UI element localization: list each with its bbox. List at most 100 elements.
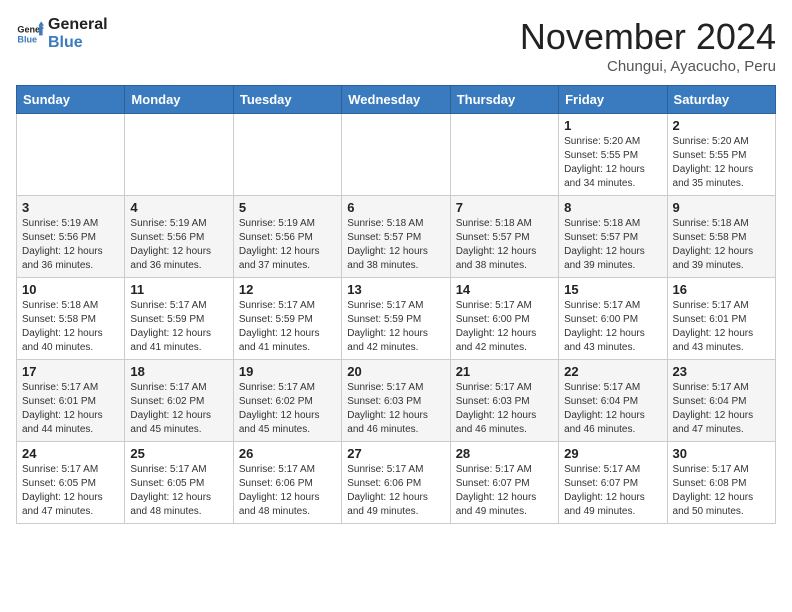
calendar-cell <box>17 114 125 196</box>
day-number: 22 <box>564 364 661 379</box>
weekday-header: Saturday <box>667 86 775 114</box>
calendar-week-row: 17 Sunrise: 5:17 AM Sunset: 6:01 PM Dayli… <box>17 360 776 442</box>
calendar-cell: 18 Sunrise: 5:17 AM Sunset: 6:02 PM Dayli… <box>125 360 233 442</box>
calendar-cell: 16 Sunrise: 5:17 AM Sunset: 6:01 PM Dayli… <box>667 278 775 360</box>
day-info: Sunrise: 5:17 AM Sunset: 6:03 PM Dayligh… <box>456 381 553 437</box>
day-number: 21 <box>456 364 553 379</box>
day-number: 28 <box>456 446 553 461</box>
day-number: 13 <box>347 282 444 297</box>
calendar-week-row: 10Sunrise: 5:18 AM Sunset: 5:58 PM Dayli… <box>17 278 776 360</box>
day-info: Sunrise: 5:17 AM Sunset: 6:06 PM Dayligh… <box>347 463 444 519</box>
calendar-cell: 14Sunrise: 5:17 AM Sunset: 6:00 PM Dayli… <box>450 278 558 360</box>
location: Chungui, Ayacucho, Peru <box>520 58 776 75</box>
calendar-cell <box>125 114 233 196</box>
day-number: 26 <box>239 446 336 461</box>
day-info: Sunrise: 5:17 AM Sunset: 6:01 PM Dayligh… <box>22 381 119 437</box>
calendar-cell: 7 Sunrise: 5:18 AM Sunset: 5:57 PM Daylig… <box>450 196 558 278</box>
day-info: Sunrise: 5:17 AM Sunset: 6:08 PM Dayligh… <box>673 463 770 519</box>
day-info: Sunrise: 5:19 AM Sunset: 5:56 PM Dayligh… <box>130 217 227 273</box>
day-info: Sunrise: 5:17 AM Sunset: 5:59 PM Dayligh… <box>347 299 444 355</box>
calendar-cell: 10Sunrise: 5:18 AM Sunset: 5:58 PM Dayli… <box>17 278 125 360</box>
day-number: 17 <box>22 364 119 379</box>
day-number: 20 <box>347 364 444 379</box>
calendar-cell: 27Sunrise: 5:17 AM Sunset: 6:06 PM Dayli… <box>342 442 450 524</box>
day-info: Sunrise: 5:18 AM Sunset: 5:57 PM Dayligh… <box>347 217 444 273</box>
weekday-header: Tuesday <box>233 86 341 114</box>
calendar-cell: 24 Sunrise: 5:17 AM Sunset: 6:05 PM Dayli… <box>17 442 125 524</box>
day-info: Sunrise: 5:19 AM Sunset: 5:56 PM Dayligh… <box>22 217 119 273</box>
day-info: Sunrise: 5:19 AM Sunset: 5:56 PM Dayligh… <box>239 217 336 273</box>
day-info: Sunrise: 5:17 AM Sunset: 5:59 PM Dayligh… <box>239 299 336 355</box>
day-number: 12 <box>239 282 336 297</box>
day-number: 18 <box>130 364 227 379</box>
day-info: Sunrise: 5:17 AM Sunset: 6:06 PM Dayligh… <box>239 463 336 519</box>
day-info: Sunrise: 5:18 AM Sunset: 5:57 PM Dayligh… <box>564 217 661 273</box>
calendar-cell <box>342 114 450 196</box>
calendar-cell: 11 Sunrise: 5:17 AM Sunset: 5:59 PM Dayli… <box>125 278 233 360</box>
calendar-cell: 9 Sunrise: 5:18 AM Sunset: 5:58 PM Daylig… <box>667 196 775 278</box>
day-info: Sunrise: 5:17 AM Sunset: 6:07 PM Dayligh… <box>564 463 661 519</box>
day-number: 25 <box>130 446 227 461</box>
day-number: 24 <box>22 446 119 461</box>
day-number: 6 <box>347 200 444 215</box>
day-number: 5 <box>239 200 336 215</box>
calendar-cell: 23Sunrise: 5:17 AM Sunset: 6:04 PM Dayli… <box>667 360 775 442</box>
day-number: 15 <box>564 282 661 297</box>
month-title: November 2024 <box>520 16 776 58</box>
logo: General Blue General Blue <box>16 16 108 51</box>
day-info: Sunrise: 5:17 AM Sunset: 6:00 PM Dayligh… <box>456 299 553 355</box>
title-block: November 2024 Chungui, Ayacucho, Peru <box>520 16 776 75</box>
logo-text-blue: Blue <box>48 34 108 52</box>
day-info: Sunrise: 5:20 AM Sunset: 5:55 PM Dayligh… <box>564 135 661 191</box>
weekday-header: Sunday <box>17 86 125 114</box>
day-number: 16 <box>673 282 770 297</box>
calendar-cell: 13 Sunrise: 5:17 AM Sunset: 5:59 PM Dayli… <box>342 278 450 360</box>
calendar-cell: 4 Sunrise: 5:19 AM Sunset: 5:56 PM Daylig… <box>125 196 233 278</box>
day-info: Sunrise: 5:18 AM Sunset: 5:57 PM Dayligh… <box>456 217 553 273</box>
weekday-header: Monday <box>125 86 233 114</box>
day-number: 29 <box>564 446 661 461</box>
calendar-cell: 5 Sunrise: 5:19 AM Sunset: 5:56 PM Daylig… <box>233 196 341 278</box>
calendar-cell: 8 Sunrise: 5:18 AM Sunset: 5:57 PM Daylig… <box>559 196 667 278</box>
day-number: 4 <box>130 200 227 215</box>
day-info: Sunrise: 5:17 AM Sunset: 6:02 PM Dayligh… <box>130 381 227 437</box>
calendar-cell: 3 Sunrise: 5:19 AM Sunset: 5:56 PM Daylig… <box>17 196 125 278</box>
day-info: Sunrise: 5:17 AM Sunset: 6:01 PM Dayligh… <box>673 299 770 355</box>
day-number: 8 <box>564 200 661 215</box>
calendar-week-row: 3 Sunrise: 5:19 AM Sunset: 5:56 PM Daylig… <box>17 196 776 278</box>
svg-text:Blue: Blue <box>17 34 37 44</box>
calendar-cell: 30Sunrise: 5:17 AM Sunset: 6:08 PM Dayli… <box>667 442 775 524</box>
weekday-header: Friday <box>559 86 667 114</box>
calendar-cell <box>450 114 558 196</box>
calendar-cell <box>233 114 341 196</box>
day-info: Sunrise: 5:20 AM Sunset: 5:55 PM Dayligh… <box>673 135 770 191</box>
weekday-header: Thursday <box>450 86 558 114</box>
day-info: Sunrise: 5:17 AM Sunset: 6:05 PM Dayligh… <box>22 463 119 519</box>
calendar-cell: 1 Sunrise: 5:20 AM Sunset: 5:55 PM Daylig… <box>559 114 667 196</box>
logo-text-general: General <box>48 16 108 34</box>
page-header: General Blue General Blue November 2024 … <box>16 16 776 75</box>
calendar-cell: 20 Sunrise: 5:17 AM Sunset: 6:03 PM Dayli… <box>342 360 450 442</box>
day-info: Sunrise: 5:17 AM Sunset: 6:02 PM Dayligh… <box>239 381 336 437</box>
day-number: 10 <box>22 282 119 297</box>
day-number: 1 <box>564 118 661 133</box>
calendar-cell: 2Sunrise: 5:20 AM Sunset: 5:55 PM Daylig… <box>667 114 775 196</box>
day-number: 11 <box>130 282 227 297</box>
day-info: Sunrise: 5:17 AM Sunset: 6:03 PM Dayligh… <box>347 381 444 437</box>
calendar-table: SundayMondayTuesdayWednesdayThursdayFrid… <box>16 85 776 524</box>
day-info: Sunrise: 5:18 AM Sunset: 5:58 PM Dayligh… <box>673 217 770 273</box>
calendar-cell: 15 Sunrise: 5:17 AM Sunset: 6:00 PM Dayli… <box>559 278 667 360</box>
day-info: Sunrise: 5:17 AM Sunset: 5:59 PM Dayligh… <box>130 299 227 355</box>
day-number: 3 <box>22 200 119 215</box>
day-info: Sunrise: 5:17 AM Sunset: 6:00 PM Dayligh… <box>564 299 661 355</box>
calendar-header-row: SundayMondayTuesdayWednesdayThursdayFrid… <box>17 86 776 114</box>
day-number: 9 <box>673 200 770 215</box>
day-info: Sunrise: 5:17 AM Sunset: 6:05 PM Dayligh… <box>130 463 227 519</box>
calendar-week-row: 24 Sunrise: 5:17 AM Sunset: 6:05 PM Dayli… <box>17 442 776 524</box>
calendar-cell: 26 Sunrise: 5:17 AM Sunset: 6:06 PM Dayli… <box>233 442 341 524</box>
calendar-cell: 25 Sunrise: 5:17 AM Sunset: 6:05 PM Dayli… <box>125 442 233 524</box>
weekday-header: Wednesday <box>342 86 450 114</box>
day-number: 23 <box>673 364 770 379</box>
day-number: 7 <box>456 200 553 215</box>
calendar-cell: 22Sunrise: 5:17 AM Sunset: 6:04 PM Dayli… <box>559 360 667 442</box>
